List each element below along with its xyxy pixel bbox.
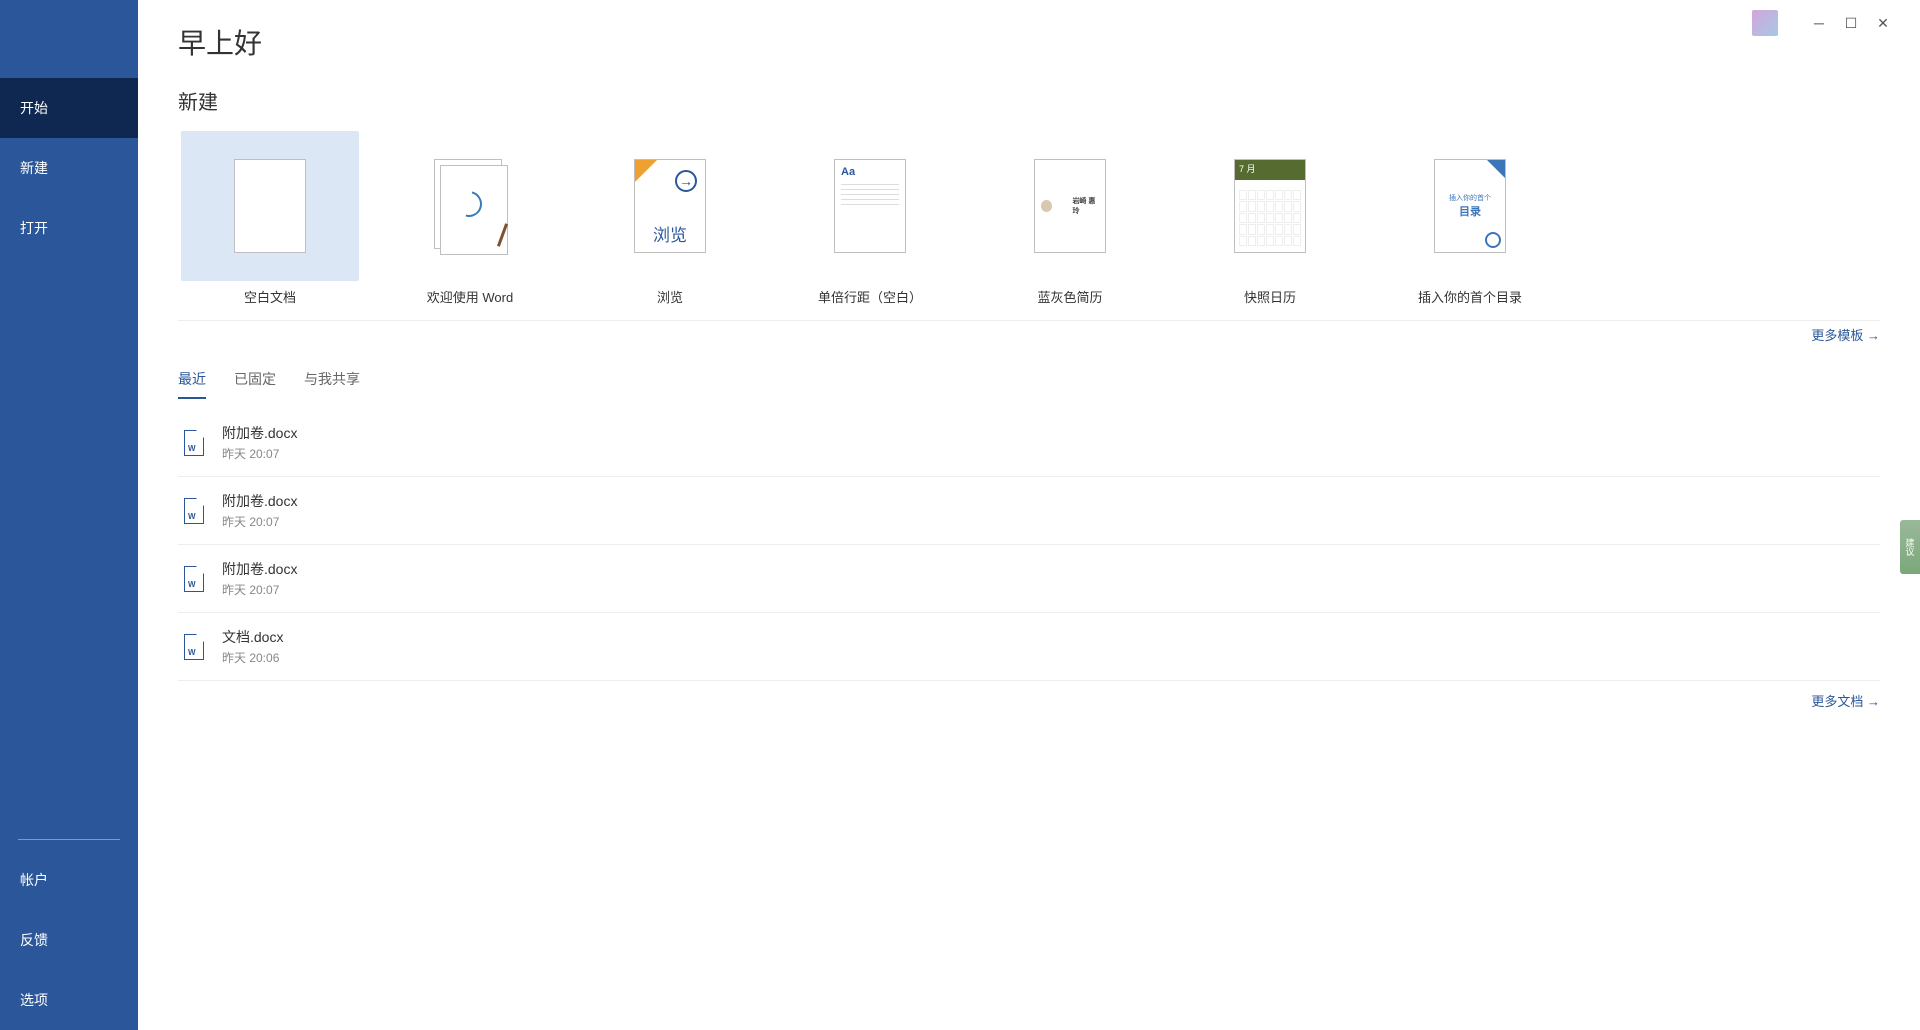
window-buttons: ─ ☐ ✕ <box>1812 15 1890 32</box>
recent-row[interactable]: 附加卷.docx 昨天 20:07 <box>178 409 1880 477</box>
sidebar-new[interactable]: 新建 <box>0 138 138 198</box>
content: 新建 空白文档 欢迎使用 Word → 浏览 浏览 <box>138 78 1920 1030</box>
template-calendar[interactable]: 7 月 快照日历 <box>1178 131 1362 306</box>
blank-doc-icon <box>234 159 306 253</box>
recent-row[interactable]: 附加卷.docx 昨天 20:07 <box>178 477 1880 545</box>
calendar-icon: 7 月 <box>1234 159 1306 253</box>
sidebar-feedback[interactable]: 反馈 <box>0 910 138 970</box>
recent-row[interactable]: 文档.docx 昨天 20:06 <box>178 613 1880 681</box>
sidebar-divider <box>18 839 120 840</box>
template-label: 单倍行距（空白） <box>818 287 922 306</box>
template-label: 空白文档 <box>244 287 296 306</box>
maximize-icon[interactable]: ☐ <box>1844 15 1858 32</box>
sidebar: 开始 新建 打开 帐户 反馈 选项 <box>0 0 138 1030</box>
recent-name: 附加卷.docx <box>222 491 297 511</box>
recent-meta: 昨天 20:07 <box>222 513 297 530</box>
template-welcome[interactable]: 欢迎使用 Word <box>378 131 562 306</box>
doc-icon <box>184 430 204 456</box>
doc-icon <box>184 566 204 592</box>
template-single-space[interactable]: Aa 单倍行距（空白） <box>778 131 962 306</box>
recent-meta: 昨天 20:07 <box>222 581 297 598</box>
browse-icon: → 浏览 <box>634 159 706 253</box>
sidebar-options[interactable]: 选项 <box>0 970 138 1030</box>
recent-meta: 昨天 20:06 <box>222 649 283 666</box>
recent-name: 附加卷.docx <box>222 559 297 579</box>
recent-list: 附加卷.docx 昨天 20:07 附加卷.docx 昨天 20:07 附加卷.do… <box>178 409 1880 681</box>
template-label: 快照日历 <box>1244 287 1296 306</box>
tab-recent[interactable]: 最近 <box>178 369 206 399</box>
welcome-icon <box>434 159 506 253</box>
top-right: ─ ☐ ✕ <box>1752 10 1890 36</box>
new-section-header: 新建 <box>178 86 1880 115</box>
template-toc[interactable]: 插入你的首个 目录 插入你的首个目录 <box>1378 131 1562 306</box>
template-resume[interactable]: 岩崎 惠玲 蓝灰色简历 <box>978 131 1162 306</box>
template-label: 插入你的首个目录 <box>1418 287 1522 306</box>
sidebar-home[interactable]: 开始 <box>0 78 138 138</box>
doc-icon <box>184 498 204 524</box>
greeting: 早上好 <box>178 22 262 62</box>
minimize-icon[interactable]: ─ <box>1812 15 1826 32</box>
resume-icon: 岩崎 惠玲 <box>1034 159 1106 253</box>
template-label: 浏览 <box>657 287 683 306</box>
template-browse[interactable]: → 浏览 浏览 <box>578 131 762 306</box>
avatar[interactable] <box>1752 10 1778 36</box>
recent-tabs: 最近 已固定 与我共享 <box>178 369 360 399</box>
templates-row: 空白文档 欢迎使用 Word → 浏览 浏览 Aa <box>178 121 1880 321</box>
template-label: 蓝灰色简历 <box>1037 287 1102 306</box>
recent-header: 最近 已固定 与我共享 <box>178 369 1880 399</box>
template-label: 欢迎使用 Word <box>427 287 513 306</box>
tab-pinned[interactable]: 已固定 <box>234 369 276 399</box>
toc-icon: 插入你的首个 目录 <box>1434 159 1506 253</box>
recent-name: 附加卷.docx <box>222 423 297 443</box>
more-documents-link[interactable]: 更多文档 <box>1811 694 1880 709</box>
main: 早上好 ─ ☐ ✕ 新建 空白文档 欢迎使用 Word <box>138 0 1920 1030</box>
template-blank[interactable]: 空白文档 <box>178 131 362 306</box>
topbar: 早上好 ─ ☐ ✕ <box>138 0 1920 78</box>
close-icon[interactable]: ✕ <box>1876 15 1890 32</box>
tab-shared[interactable]: 与我共享 <box>304 369 360 399</box>
feedback-tab[interactable]: 建议 <box>1900 520 1920 574</box>
new-section-title: 新建 <box>178 86 218 115</box>
sidebar-account[interactable]: 帐户 <box>0 850 138 910</box>
doc-icon <box>184 634 204 660</box>
single-space-icon: Aa <box>834 159 906 253</box>
recent-meta: 昨天 20:07 <box>222 445 297 462</box>
recent-name: 文档.docx <box>222 627 283 647</box>
more-templates-link[interactable]: 更多模板 <box>1811 328 1880 343</box>
sidebar-open[interactable]: 打开 <box>0 198 138 258</box>
recent-row[interactable]: 附加卷.docx 昨天 20:07 <box>178 545 1880 613</box>
brand-spacer <box>0 0 138 78</box>
